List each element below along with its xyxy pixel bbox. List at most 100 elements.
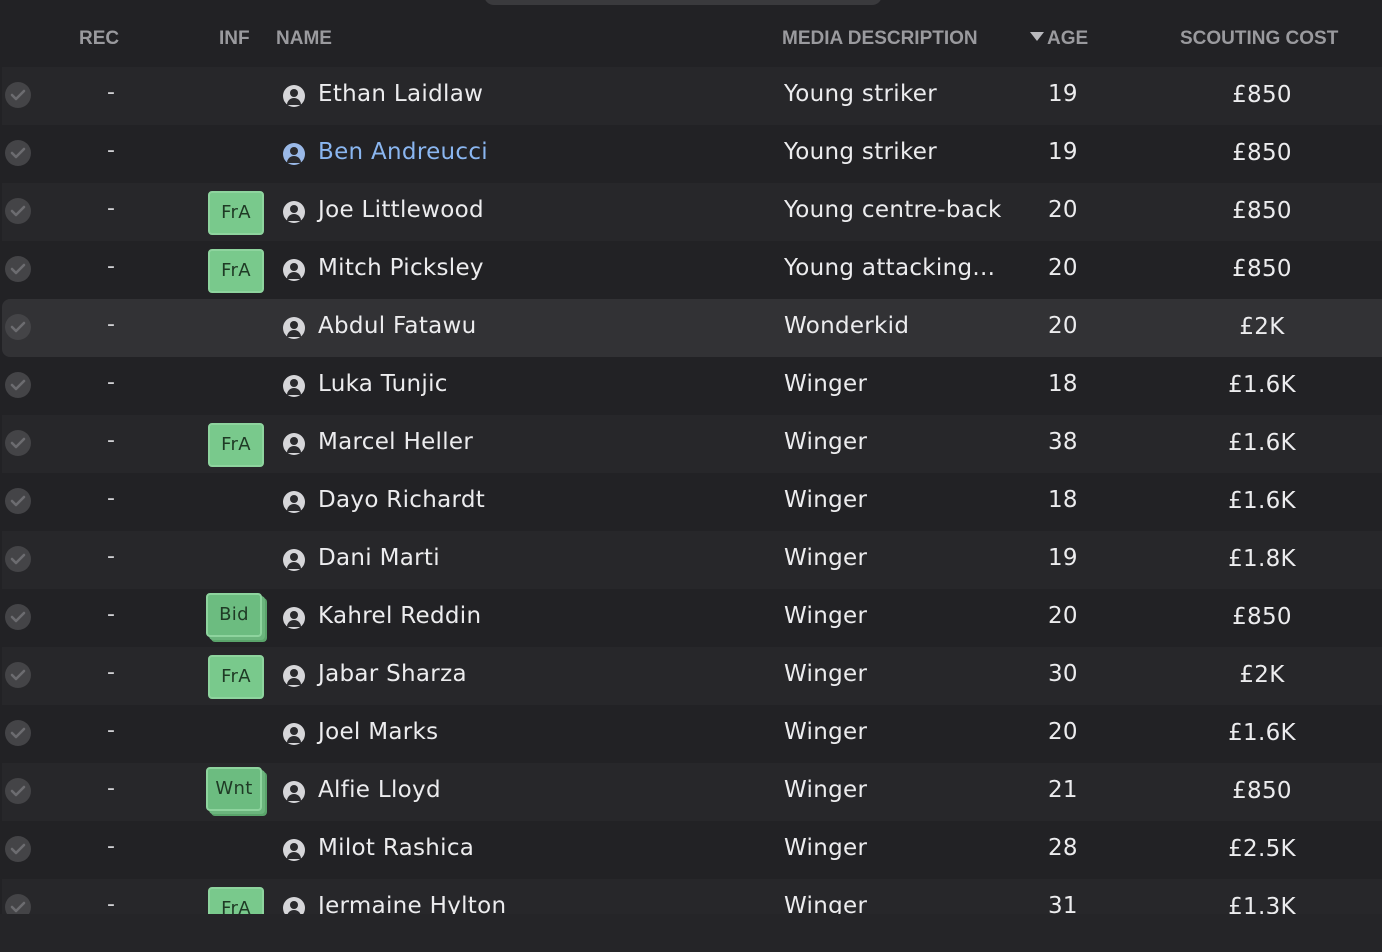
age-value: 19 [1048, 81, 1078, 107]
rec-value: - [107, 370, 116, 395]
age-value: 21 [1048, 777, 1078, 803]
inf-badge[interactable]: FrA [208, 249, 264, 293]
scouting-cost: £850 [1232, 82, 1292, 108]
inf-badge[interactable]: Wnt [206, 767, 262, 811]
media-description: Wonderkid [784, 313, 910, 339]
player-name-link[interactable]: Milot Rashica [318, 835, 474, 861]
table-row[interactable]: - Dayo Richardt Winger 18 £1.6K [2, 473, 1382, 531]
media-description: Young striker [784, 81, 937, 107]
player-name-link[interactable]: Jabar Sharza [318, 661, 467, 687]
table-footer [0, 914, 1382, 952]
player-name-link[interactable]: Joe Littlewood [318, 197, 484, 223]
shortlist-check-icon[interactable] [5, 256, 31, 282]
rec-value: - [107, 602, 116, 627]
shortlist-check-icon[interactable] [5, 662, 31, 688]
player-name-link[interactable]: Kahrel Reddin [318, 603, 481, 629]
column-header-age-label: AGE [1047, 28, 1089, 49]
media-description: Winger [784, 893, 868, 914]
inf-badge[interactable]: FrA [208, 887, 264, 914]
age-value: 18 [1048, 487, 1078, 513]
age-value: 19 [1048, 545, 1078, 571]
shortlist-check-icon[interactable] [5, 720, 31, 746]
media-description: Winger [784, 835, 868, 861]
inf-badge[interactable]: FrA [208, 655, 264, 699]
player-name-link[interactable]: Mitch Picksley [318, 255, 484, 281]
media-description: Winger [784, 603, 868, 629]
shortlist-check-icon[interactable] [5, 546, 31, 572]
rec-value: - [107, 138, 116, 163]
column-header-name[interactable]: NAME [276, 28, 332, 50]
table-header: REC INF NAME MEDIA DESCRIPTION AGE SCOUT… [0, 20, 1382, 60]
age-value: 20 [1048, 603, 1078, 629]
person-icon [283, 85, 305, 107]
table-row[interactable]: - Dani Marti Winger 19 £1.8K [2, 531, 1382, 589]
media-description: Winger [784, 777, 868, 803]
table-row[interactable]: - Bid Kahrel Reddin Winger 20 £850 [2, 589, 1382, 647]
scouting-cost: £1.6K [1228, 488, 1296, 514]
table-row[interactable]: - FrA Jabar Sharza Winger 30 £2K [2, 647, 1382, 705]
column-header-inf[interactable]: INF [219, 28, 250, 50]
shortlist-check-icon[interactable] [5, 836, 31, 862]
player-name-link[interactable]: Dayo Richardt [318, 487, 485, 513]
rec-value: - [107, 80, 116, 105]
shortlist-check-icon[interactable] [5, 140, 31, 166]
shortlist-check-icon[interactable] [5, 778, 31, 804]
player-name-link[interactable]: Luka Tunjic [318, 371, 448, 397]
table-row[interactable]: - FrA Marcel Heller Winger 38 £1.6K [2, 415, 1382, 473]
scouting-cost: £2K [1239, 662, 1285, 688]
panel-drag-handle[interactable] [484, 0, 882, 5]
person-icon [283, 549, 305, 571]
table-row[interactable]: - FrA Mitch Picksley Young attacking... 20 £8… [2, 241, 1382, 299]
table-row[interactable]: - Ethan Laidlaw Young striker 19 £850 [2, 67, 1382, 125]
shortlist-check-icon[interactable] [5, 82, 31, 108]
player-name-link[interactable]: Alfie Lloyd [318, 777, 441, 803]
rec-value: - [107, 196, 116, 221]
inf-badge[interactable]: FrA [208, 423, 264, 467]
media-description: Winger [784, 371, 868, 397]
shortlist-check-icon[interactable] [5, 430, 31, 456]
table-row[interactable]: - Ben Andreucci Young striker 19 £850 [2, 125, 1382, 183]
player-name-link[interactable]: Dani Marti [318, 545, 440, 571]
column-header-scouting-cost[interactable]: SCOUTING COST [1180, 28, 1338, 50]
player-name-link[interactable]: Joel Marks [318, 719, 438, 745]
column-header-media-description[interactable]: MEDIA DESCRIPTION [782, 28, 978, 50]
table-row[interactable]: - Milot Rashica Winger 28 £2.5K [2, 821, 1382, 879]
rec-value: - [107, 892, 116, 914]
person-icon [283, 839, 305, 861]
scouting-cost: £1.6K [1228, 430, 1296, 456]
player-name-link[interactable]: Ethan Laidlaw [318, 81, 483, 107]
table-row[interactable]: - FrA Jermaine Hylton Winger 31 £1.3K [2, 879, 1382, 914]
scouting-cost: £850 [1232, 140, 1292, 166]
column-header-age[interactable]: AGE [1030, 28, 1088, 50]
player-name-link[interactable]: Abdul Fatawu [318, 313, 477, 339]
player-name-link[interactable]: Marcel Heller [318, 429, 473, 455]
table-row[interactable]: - Abdul Fatawu Wonderkid 20 £2K [2, 299, 1382, 357]
person-icon [283, 143, 305, 165]
scouting-cost: £850 [1232, 604, 1292, 630]
table-row[interactable]: - Wnt Alfie Lloyd Winger 21 £850 [2, 763, 1382, 821]
rec-value: - [107, 776, 116, 801]
shortlist-check-icon[interactable] [5, 604, 31, 630]
rec-value: - [107, 254, 116, 279]
inf-badge[interactable]: FrA [208, 191, 264, 235]
table-row[interactable]: - Luka Tunjic Winger 18 £1.6K [2, 357, 1382, 415]
scouting-cost: £850 [1232, 778, 1292, 804]
scouting-cost: £850 [1232, 256, 1292, 282]
table-row[interactable]: - FrA Joe Littlewood Young centre-back 20 £85… [2, 183, 1382, 241]
shortlist-check-icon[interactable] [5, 198, 31, 224]
player-name-link[interactable]: Ben Andreucci [318, 139, 488, 165]
scouting-cost: £1.8K [1228, 546, 1296, 572]
table-row[interactable]: - Joel Marks Winger 20 £1.6K [2, 705, 1382, 763]
scouting-cost: £1.6K [1228, 372, 1296, 398]
media-description: Winger [784, 487, 868, 513]
rec-value: - [107, 312, 116, 337]
shortlist-check-icon[interactable] [5, 372, 31, 398]
shortlist-check-icon[interactable] [5, 894, 31, 914]
inf-badge[interactable]: Bid [206, 593, 262, 637]
media-description: Winger [784, 719, 868, 745]
shortlist-check-icon[interactable] [5, 314, 31, 340]
media-description: Winger [784, 429, 868, 455]
column-header-rec[interactable]: REC [79, 28, 119, 50]
player-name-link[interactable]: Jermaine Hylton [318, 893, 506, 914]
shortlist-check-icon[interactable] [5, 488, 31, 514]
